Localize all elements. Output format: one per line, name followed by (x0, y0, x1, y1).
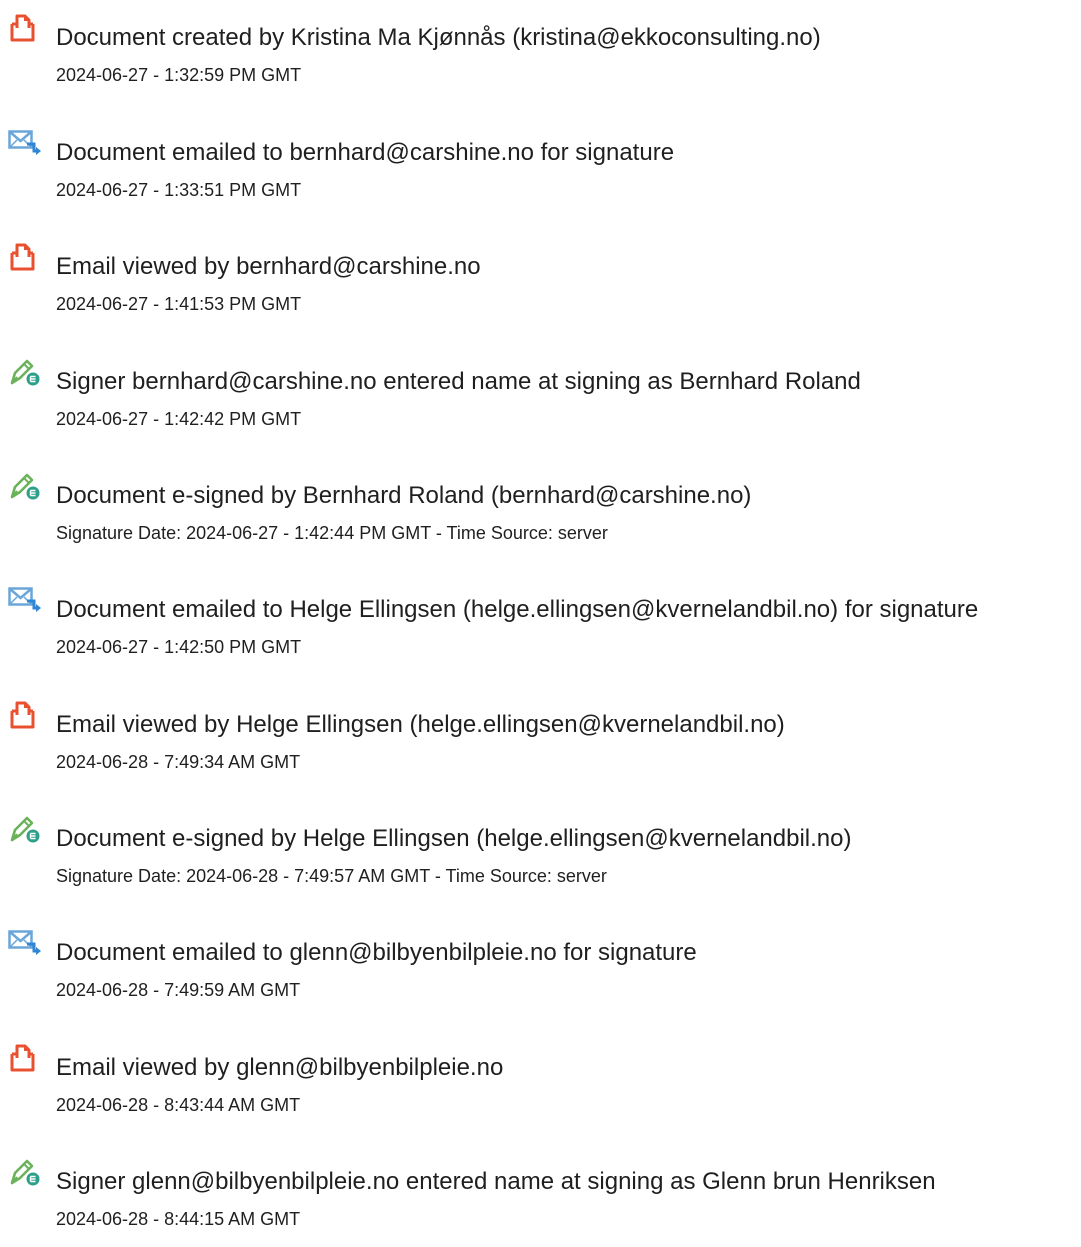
log-entry-timestamp: 2024-06-27 - 1:32:59 PM GMT (56, 65, 302, 85)
log-entry-signature-date: Signature Date: 2024-06-27 - 1:42:44 PM … (56, 523, 608, 543)
log-entry-timestamp: 2024-06-28 - 7:49:59 AM GMT (56, 980, 301, 1000)
pen-sign-icon (8, 1157, 42, 1187)
log-entry-text: Signer glenn@bilbyenbilpleie.no entered … (56, 1168, 936, 1195)
log-entry-text: Email viewed by bernhard@carshine.no (56, 253, 481, 280)
log-entry-text: Email viewed by Helge Ellingsen (helge.e… (56, 711, 785, 738)
log-entry: Email viewed by glenn@bilbyenbilpleie.no… (8, 1043, 1081, 1133)
log-entry-text: Document emailed to bernhard@carshine.no… (56, 139, 675, 166)
log-entry-timestamp: 2024-06-27 - 1:42:42 PM GMT (56, 409, 302, 429)
pen-sign-icon (8, 814, 42, 844)
document-viewed-icon (8, 242, 42, 272)
log-entry-timestamp: 2024-06-27 - 1:42:50 PM GMT (56, 637, 302, 657)
log-entry-text: Document emailed to glenn@bilbyenbilplei… (56, 939, 697, 966)
log-entry: Signer bernhard@carshine.no entered name… (8, 357, 1081, 447)
document-viewed-icon (8, 1043, 42, 1073)
email-sent-icon (8, 585, 42, 615)
log-entry: Email viewed by Helge Ellingsen (helge.e… (8, 700, 1081, 790)
log-entry: Document e-signed by Helge Ellingsen (he… (8, 814, 1081, 904)
log-entry-timestamp: 2024-06-28 - 8:44:15 AM GMT (56, 1209, 301, 1229)
log-entry-signature-date: Signature Date: 2024-06-28 - 7:49:57 AM … (56, 866, 607, 886)
email-sent-icon (8, 128, 42, 158)
log-entry: Document created by Kristina Ma Kjønnås … (8, 13, 1081, 103)
log-entry-text: Email viewed by glenn@bilbyenbilpleie.no (56, 1054, 504, 1081)
log-entry-text: Document e-signed by Bernhard Roland (be… (56, 482, 752, 509)
log-entry: Document emailed to glenn@bilbyenbilplei… (8, 928, 1081, 1018)
pen-sign-icon (8, 471, 42, 501)
pen-sign-icon (8, 357, 42, 387)
log-entry-text: Signer bernhard@carshine.no entered name… (56, 368, 861, 395)
log-entry-timestamp: 2024-06-28 - 7:49:34 AM GMT (56, 752, 301, 772)
log-entry: Document emailed to bernhard@carshine.no… (8, 128, 1081, 218)
log-entry-text: Document e-signed by Helge Ellingsen (he… (56, 825, 852, 852)
document-created-icon (8, 13, 42, 43)
log-entry: Email viewed by bernhard@carshine.no 202… (8, 242, 1081, 332)
log-entry-text: Document created by Kristina Ma Kjønnås … (56, 24, 821, 51)
log-entry: Signer glenn@bilbyenbilpleie.no entered … (8, 1157, 1081, 1247)
log-entry-timestamp: 2024-06-28 - 8:43:44 AM GMT (56, 1095, 301, 1115)
log-entry-text: Document emailed to Helge Ellingsen (hel… (56, 596, 979, 623)
log-entry-timestamp: 2024-06-27 - 1:41:53 PM GMT (56, 294, 302, 314)
log-entry: Document emailed to Helge Ellingsen (hel… (8, 585, 1081, 675)
log-entry: Document e-signed by Bernhard Roland (be… (8, 471, 1081, 561)
email-sent-icon (8, 928, 42, 958)
document-viewed-icon (8, 700, 42, 730)
log-entry-timestamp: 2024-06-27 - 1:33:51 PM GMT (56, 180, 302, 200)
